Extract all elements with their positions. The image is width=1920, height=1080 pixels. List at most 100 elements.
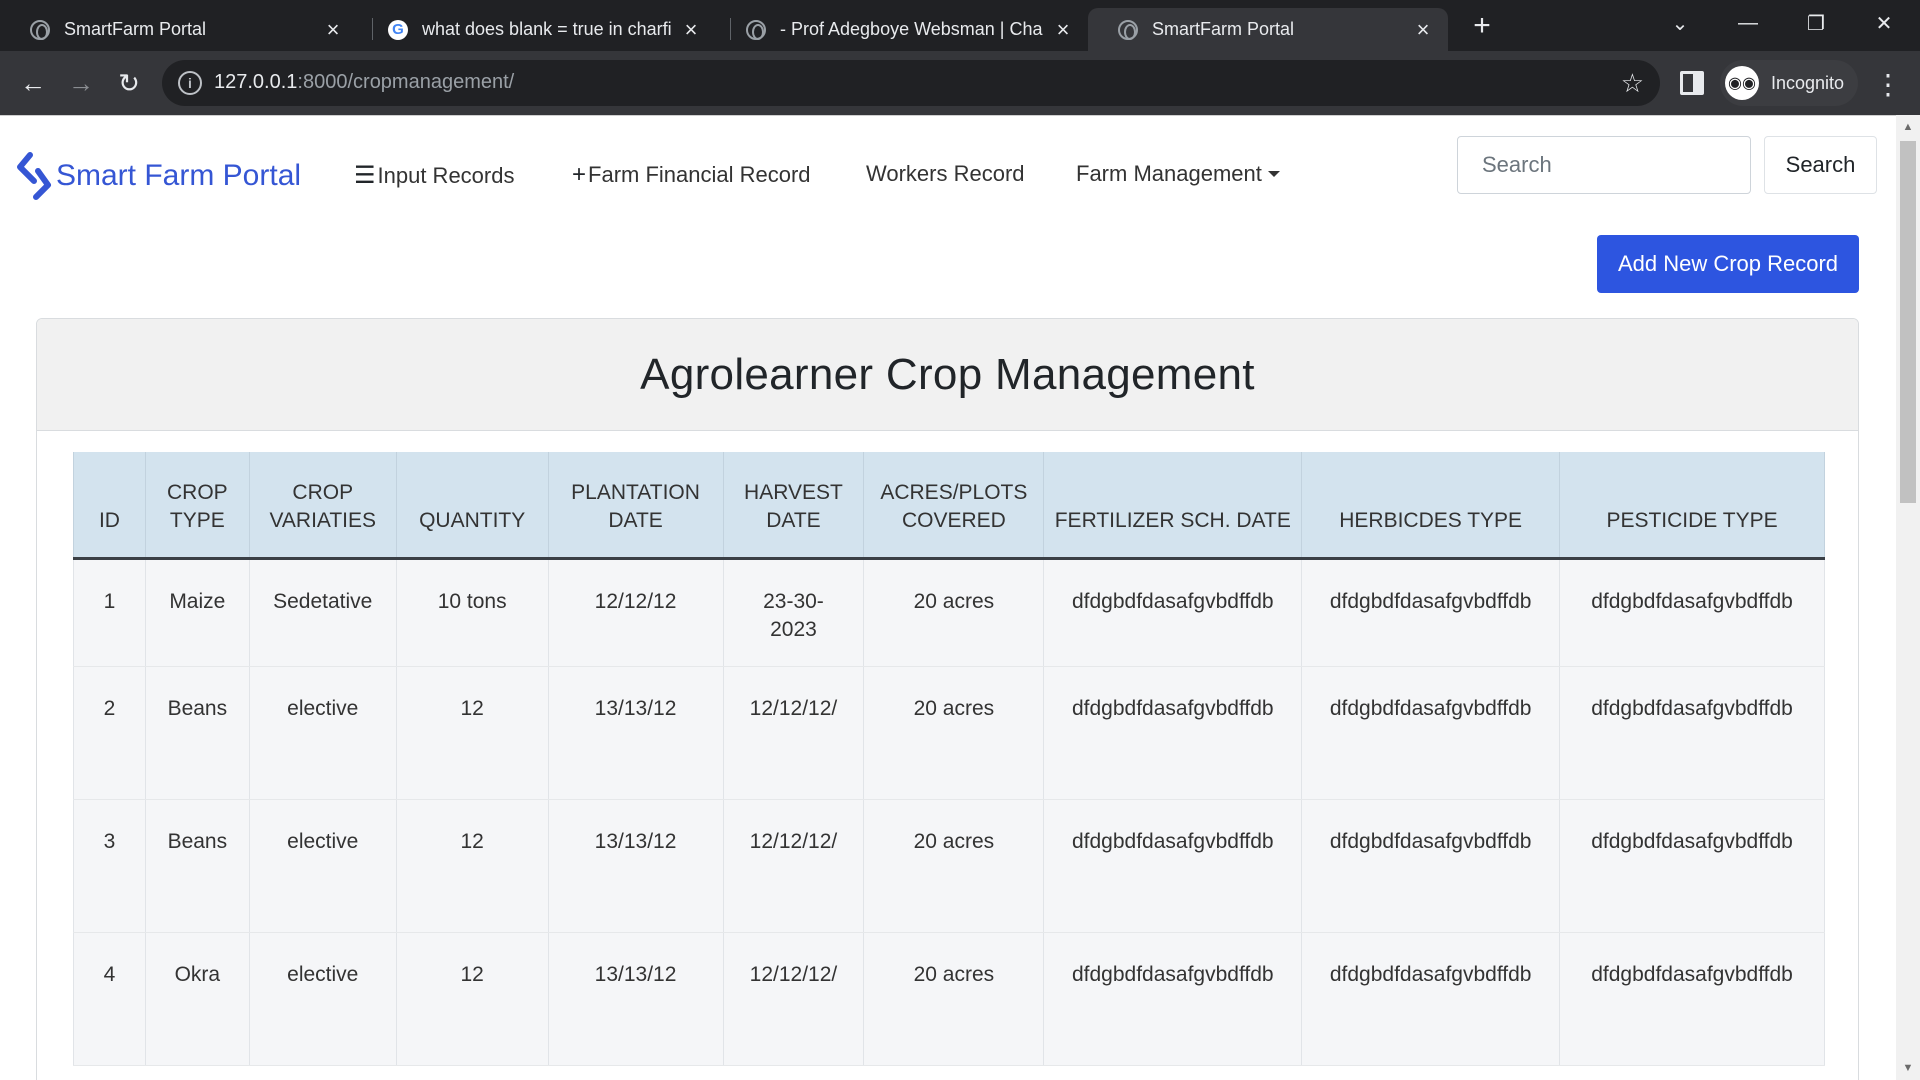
tab-title: SmartFarm Portal bbox=[64, 19, 207, 39]
column-header-id: ID bbox=[73, 452, 146, 560]
cell-fertilizer-date: dfdgbdfdasafgvbdffdb bbox=[1043, 666, 1303, 800]
browser-tab-3[interactable]: - Prof Adegboye Websman | Cha × bbox=[716, 8, 1088, 51]
cell-acres-covered: 20 acres bbox=[863, 932, 1045, 1066]
cell-acres-covered: 20 acres bbox=[863, 799, 1045, 933]
nav-label: Workers Record bbox=[866, 161, 1025, 186]
search-button[interactable]: Search bbox=[1764, 136, 1877, 194]
reload-icon[interactable]: ↻ bbox=[109, 63, 149, 103]
brand-logo-icon bbox=[17, 152, 51, 200]
table-header-row: ID Crop Type Crop Variaties Quantity Pla… bbox=[73, 452, 1825, 560]
crop-management-card: Agrolearner Crop Management ID Crop Type… bbox=[36, 318, 1859, 1080]
column-header-herbicdes-type: Herbicdes Type bbox=[1301, 452, 1561, 560]
restore-button[interactable]: ❐ bbox=[1794, 8, 1838, 38]
tab-title: - Prof Adegboye Websman | Cha bbox=[780, 19, 1043, 39]
nav-label: Input Records bbox=[377, 162, 515, 188]
cell-crop-type: Okra bbox=[145, 932, 250, 1066]
site-navbar: Smart Farm Portal ☰ Input Records + Farm… bbox=[0, 116, 1896, 236]
browser-menu-icon[interactable]: ⋮ bbox=[1874, 69, 1902, 100]
globe-icon bbox=[1118, 19, 1138, 40]
cell-acres-covered: 20 acres bbox=[863, 666, 1045, 800]
tab-title: SmartFarm Portal bbox=[1152, 19, 1295, 39]
close-icon[interactable]: × bbox=[680, 17, 702, 42]
cell-crop-variaties: elective bbox=[249, 799, 397, 933]
nav-workers-record[interactable]: Workers Record bbox=[866, 161, 1025, 187]
cell-quantity: 12 bbox=[396, 666, 549, 800]
cell-plantation-date: 13/13/12 bbox=[548, 932, 724, 1066]
list-icon: ☰ bbox=[354, 162, 376, 189]
cell-herbicides-type: dfdgbdfdasafgvbdffdb bbox=[1301, 666, 1561, 800]
cell-harvest-date: 12/12/12/ bbox=[723, 666, 865, 800]
cell-pesticide-type: dfdgbdfdasafgvbdffdb bbox=[1559, 799, 1825, 933]
nav-input-records[interactable]: ☰ Input Records bbox=[354, 161, 514, 190]
cell-fertilizer-date: dfdgbdfdasafgvbdffdb bbox=[1043, 932, 1303, 1066]
incognito-icon: ◉◉ bbox=[1725, 66, 1759, 100]
search-input[interactable] bbox=[1457, 136, 1751, 194]
window-close-button[interactable]: ✕ bbox=[1862, 8, 1906, 38]
cell-plantation-date: 13/13/12 bbox=[548, 799, 724, 933]
table-row: 3 Beans elective 12 13/13/12 12/12/12/ 2… bbox=[73, 799, 1825, 933]
plus-icon: + bbox=[572, 161, 587, 188]
side-panel-icon[interactable] bbox=[1680, 71, 1704, 95]
tab-search-chevron-icon[interactable]: ⌄ bbox=[1658, 8, 1702, 38]
cell-quantity: 12 bbox=[396, 799, 549, 933]
nav-label: Farm Management bbox=[1076, 161, 1262, 186]
cell-crop-type: Beans bbox=[145, 799, 250, 933]
new-tab-button[interactable]: + bbox=[1466, 9, 1498, 42]
back-arrow-icon[interactable]: ← bbox=[13, 63, 53, 103]
close-icon[interactable]: × bbox=[322, 17, 344, 42]
cell-id: 1 bbox=[73, 558, 146, 667]
cell-herbicides-type: dfdgbdfdasafgvbdffdb bbox=[1301, 799, 1561, 933]
column-header-pesticide-type: Pesticide Type bbox=[1559, 452, 1825, 560]
cell-crop-variaties: elective bbox=[249, 932, 397, 1066]
cell-herbicides-type: dfdgbdfdasafgvbdffdb bbox=[1301, 558, 1561, 667]
nav-farm-management-dropdown[interactable]: Farm Management bbox=[1076, 161, 1280, 187]
card-header: Agrolearner Crop Management bbox=[37, 319, 1858, 431]
cell-pesticide-type: dfdgbdfdasafgvbdffdb bbox=[1559, 932, 1825, 1066]
cell-id: 3 bbox=[73, 799, 146, 933]
browser-tab-4-active[interactable]: SmartFarm Portal × bbox=[1088, 8, 1448, 51]
brand-link[interactable]: Smart Farm Portal bbox=[16, 151, 301, 201]
cell-harvest-date: 12/12/12/ bbox=[723, 932, 865, 1066]
close-icon[interactable]: × bbox=[1412, 17, 1434, 42]
column-header-quantity: Quantity bbox=[396, 452, 549, 560]
nav-label: Farm Financial Record bbox=[588, 162, 811, 187]
column-header-crop-type: Crop Type bbox=[145, 452, 250, 560]
caret-down-icon bbox=[1267, 171, 1280, 177]
crop-records-table: ID Crop Type Crop Variaties Quantity Pla… bbox=[73, 452, 1825, 1066]
scroll-up-arrow-icon[interactable]: ▲ bbox=[1902, 121, 1914, 133]
minimize-button[interactable]: — bbox=[1726, 8, 1770, 38]
page-title: Agrolearner Crop Management bbox=[640, 349, 1255, 399]
browser-tab-2[interactable]: G what does blank = true in charfie × bbox=[358, 8, 716, 51]
cell-fertilizer-date: dfdgbdfdasafgvbdffdb bbox=[1043, 799, 1303, 933]
close-icon[interactable]: × bbox=[1052, 17, 1074, 42]
globe-icon bbox=[746, 19, 766, 40]
column-header-harvest-date: Harvest Date bbox=[723, 452, 865, 560]
cell-id: 2 bbox=[73, 666, 146, 800]
cell-harvest-date: 23-30-2023 bbox=[723, 558, 865, 667]
table-row: 1 Maize Sedetative 10 tons 12/12/12 23-3… bbox=[73, 558, 1825, 667]
column-header-fertilizer-sch-date: Fertilizer Sch. Date bbox=[1043, 452, 1303, 560]
google-icon: G bbox=[388, 19, 408, 40]
scroll-down-arrow-icon[interactable]: ▼ bbox=[1902, 1062, 1914, 1074]
nav-farm-financial-record[interactable]: + Farm Financial Record bbox=[572, 161, 811, 189]
cell-acres-covered: 20 acres bbox=[863, 558, 1045, 667]
page-viewport: Smart Farm Portal ☰ Input Records + Farm… bbox=[0, 115, 1896, 1080]
tab-title: what does blank = true in charfie bbox=[422, 19, 672, 39]
site-info-icon[interactable]: i bbox=[178, 71, 202, 95]
address-bar[interactable]: i 127.0.0.1:8000/cropmanagement/ ☆ bbox=[162, 60, 1660, 106]
cell-harvest-date: 12/12/12/ bbox=[723, 799, 865, 933]
globe-icon bbox=[30, 19, 50, 40]
forward-arrow-icon[interactable]: → bbox=[61, 63, 101, 103]
url-text[interactable]: 127.0.0.1:8000/cropmanagement/ bbox=[214, 71, 514, 94]
incognito-profile-button[interactable]: ◉◉ Incognito bbox=[1720, 60, 1859, 106]
table-row: 4 Okra elective 12 13/13/12 12/12/12/ 20… bbox=[73, 932, 1825, 1066]
bookmark-star-icon[interactable]: ☆ bbox=[1621, 68, 1644, 99]
browser-toolbar: ← → ↻ i 127.0.0.1:8000/cropmanagement/ ☆… bbox=[0, 51, 1920, 115]
browser-tab-1[interactable]: SmartFarm Portal × bbox=[0, 8, 358, 51]
scrollbar-thumb[interactable] bbox=[1900, 141, 1916, 503]
brand-name: Smart Farm Portal bbox=[56, 159, 302, 192]
add-new-crop-record-button[interactable]: Add New Crop Record bbox=[1597, 235, 1859, 293]
page-scrollbar[interactable]: ▲ ▼ bbox=[1896, 115, 1920, 1080]
browser-tabstrip: SmartFarm Portal × G what does blank = t… bbox=[0, 0, 1920, 51]
table-row: 2 Beans elective 12 13/13/12 12/12/12/ 2… bbox=[73, 666, 1825, 800]
